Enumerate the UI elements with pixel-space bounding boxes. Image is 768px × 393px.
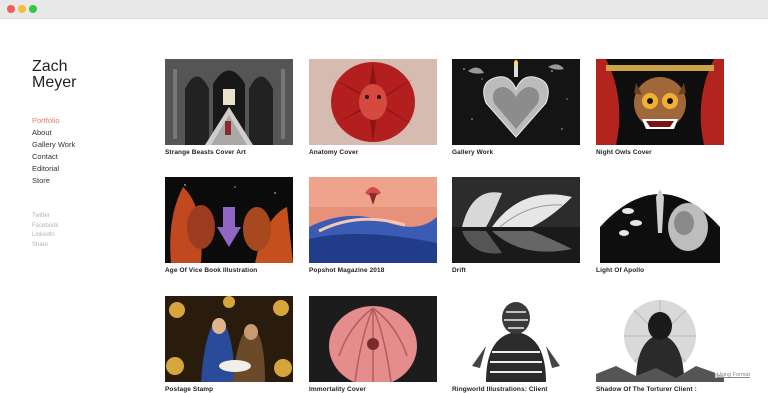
portfolio-thumbnail[interactable]	[165, 177, 293, 263]
nav-item-about[interactable]: About	[32, 127, 75, 139]
portfolio-item-title: Light Of Apollo	[596, 267, 645, 274]
browser-chrome	[0, 0, 768, 19]
social-link-share[interactable]: Share	[32, 241, 58, 251]
portfolio-item[interactable]: Postage Stamp	[165, 296, 293, 393]
portfolio-item-title: Popshot Magazine 2018	[309, 267, 385, 274]
portfolio-item-title: Age Of Vice Book Illustration	[165, 267, 258, 274]
portfolio-thumbnail[interactable]	[452, 177, 580, 263]
portfolio-thumbnail[interactable]	[452, 296, 580, 382]
logo-line-2: Meyer	[32, 74, 77, 91]
main-nav: Portfolio About Gallery Work Contact Edi…	[32, 115, 75, 187]
logo-line-1: Zach	[32, 58, 68, 75]
portfolio-item[interactable]: Gallery Work	[452, 59, 580, 156]
portfolio-item[interactable]: Night Owls Cover	[596, 59, 724, 156]
portfolio-item[interactable]: Drift	[452, 177, 580, 274]
portfolio-item[interactable]: Strange Beasts Cover Art	[165, 59, 293, 156]
portfolio-item-title: Gallery Work	[452, 149, 494, 156]
portfolio-thumbnail[interactable]	[165, 296, 293, 382]
nav-item-gallery-work[interactable]: Gallery Work	[32, 139, 75, 151]
minimize-window-icon[interactable]	[18, 5, 26, 13]
portfolio-thumbnail[interactable]	[596, 296, 724, 382]
social-link-linkedin[interactable]: LinkedIn	[32, 231, 58, 241]
site-logo[interactable]: Zach Meyer	[32, 59, 76, 91]
portfolio-item[interactable]: Anatomy Cover	[309, 59, 437, 156]
social-link-twitter[interactable]: Twitter	[32, 212, 58, 222]
social-links: Twitter Facebook LinkedIn Share	[32, 212, 58, 250]
nav-item-contact[interactable]: Contact	[32, 151, 75, 163]
maximize-window-icon[interactable]	[29, 5, 37, 13]
nav-item-editorial[interactable]: Editorial	[32, 163, 75, 175]
portfolio-item[interactable]: Ringworld Illustrations: Client	[452, 296, 580, 393]
portfolio-item[interactable]: Light Of Apollo	[596, 177, 724, 274]
portfolio-thumbnail[interactable]	[165, 59, 293, 145]
portfolio-item-title: Strange Beasts Cover Art	[165, 149, 246, 156]
portfolio-item-title: Night Owls Cover	[596, 149, 652, 156]
portfolio-item[interactable]: Shadow Of The Torturer Client :	[596, 296, 724, 393]
portfolio-item-title: Anatomy Cover	[309, 149, 359, 156]
portfolio-thumbnail[interactable]	[596, 59, 724, 145]
social-link-facebook[interactable]: Facebook	[32, 222, 58, 232]
portfolio-thumbnail[interactable]	[309, 177, 437, 263]
site: Zach Meyer Portfolio About Gallery Work …	[0, 19, 768, 393]
portfolio-item[interactable]: Immortality Cover	[309, 296, 437, 393]
portfolio-item[interactable]: Popshot Magazine 2018	[309, 177, 437, 274]
nav-item-portfolio[interactable]: Portfolio	[32, 115, 75, 127]
close-window-icon[interactable]	[7, 5, 15, 13]
using-format-badge[interactable]: Using Format	[714, 372, 752, 378]
portfolio-thumbnail[interactable]	[309, 296, 437, 382]
portfolio-item[interactable]: Age Of Vice Book Illustration	[165, 177, 293, 274]
portfolio-thumbnail[interactable]	[452, 59, 580, 145]
portfolio-thumbnail[interactable]	[596, 177, 724, 263]
nav-item-store[interactable]: Store	[32, 175, 75, 187]
portfolio-thumbnail[interactable]	[309, 59, 437, 145]
portfolio-item-title: Drift	[452, 267, 466, 274]
